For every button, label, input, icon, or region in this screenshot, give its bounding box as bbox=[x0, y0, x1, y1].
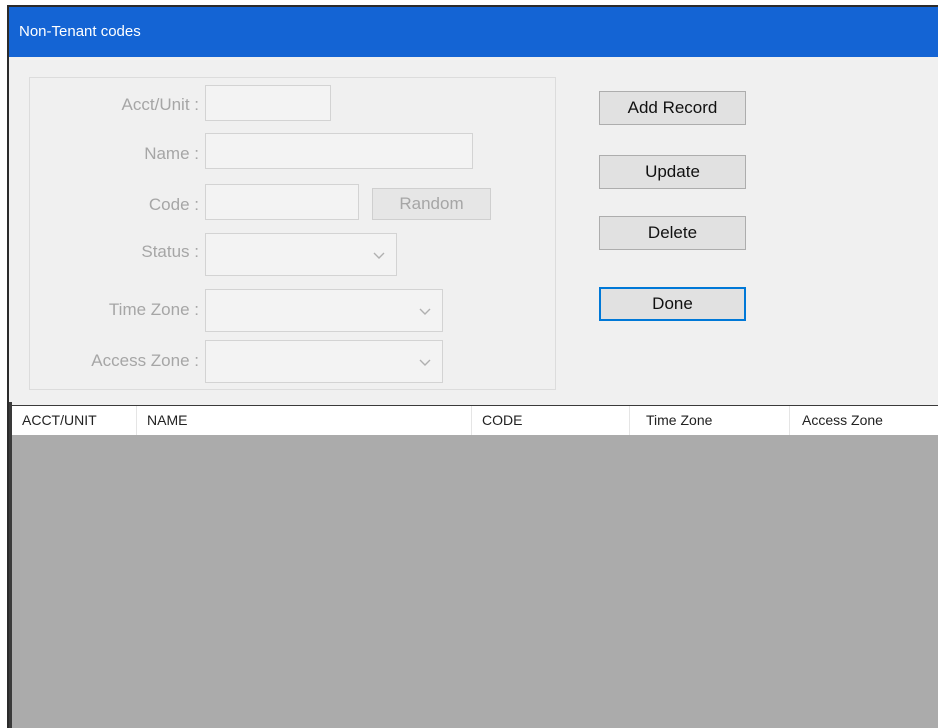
column-header-name[interactable]: NAME bbox=[137, 406, 472, 435]
time-zone-select[interactable] bbox=[205, 289, 443, 332]
chevron-down-icon bbox=[373, 252, 385, 259]
chevron-down-icon bbox=[419, 359, 431, 366]
acct-unit-label: Acct/Unit : bbox=[121, 95, 199, 114]
code-input[interactable] bbox=[205, 184, 359, 220]
random-button[interactable]: Random bbox=[372, 188, 491, 220]
status-label: Status : bbox=[141, 242, 199, 261]
done-button[interactable]: Done bbox=[599, 287, 746, 321]
records-grid-body[interactable] bbox=[12, 435, 938, 728]
records-grid-header: ACCT/UNIT NAME CODE Time Zone Access Zon… bbox=[12, 405, 938, 435]
time-zone-label: Time Zone : bbox=[108, 300, 199, 319]
window-title: Non-Tenant codes bbox=[9, 7, 938, 57]
status-select[interactable] bbox=[205, 233, 397, 276]
column-header-acct-unit[interactable]: ACCT/UNIT bbox=[12, 406, 137, 435]
delete-button[interactable]: Delete bbox=[599, 216, 746, 250]
acct-unit-input[interactable] bbox=[205, 85, 331, 121]
name-label: Name : bbox=[144, 144, 199, 163]
non-tenant-codes-window: Non-Tenant codes Acct/Unit : Name : Code… bbox=[7, 5, 938, 728]
code-label: Code : bbox=[148, 195, 199, 214]
column-header-access-zone[interactable]: Access Zone bbox=[790, 406, 938, 435]
column-header-time-zone[interactable]: Time Zone bbox=[630, 406, 790, 435]
update-button[interactable]: Update bbox=[599, 155, 746, 189]
access-zone-label: Access Zone : bbox=[91, 351, 199, 370]
name-input[interactable] bbox=[205, 133, 473, 169]
add-record-button[interactable]: Add Record bbox=[599, 91, 746, 125]
chevron-down-icon bbox=[419, 308, 431, 315]
access-zone-select[interactable] bbox=[205, 340, 443, 383]
column-header-code[interactable]: CODE bbox=[472, 406, 630, 435]
